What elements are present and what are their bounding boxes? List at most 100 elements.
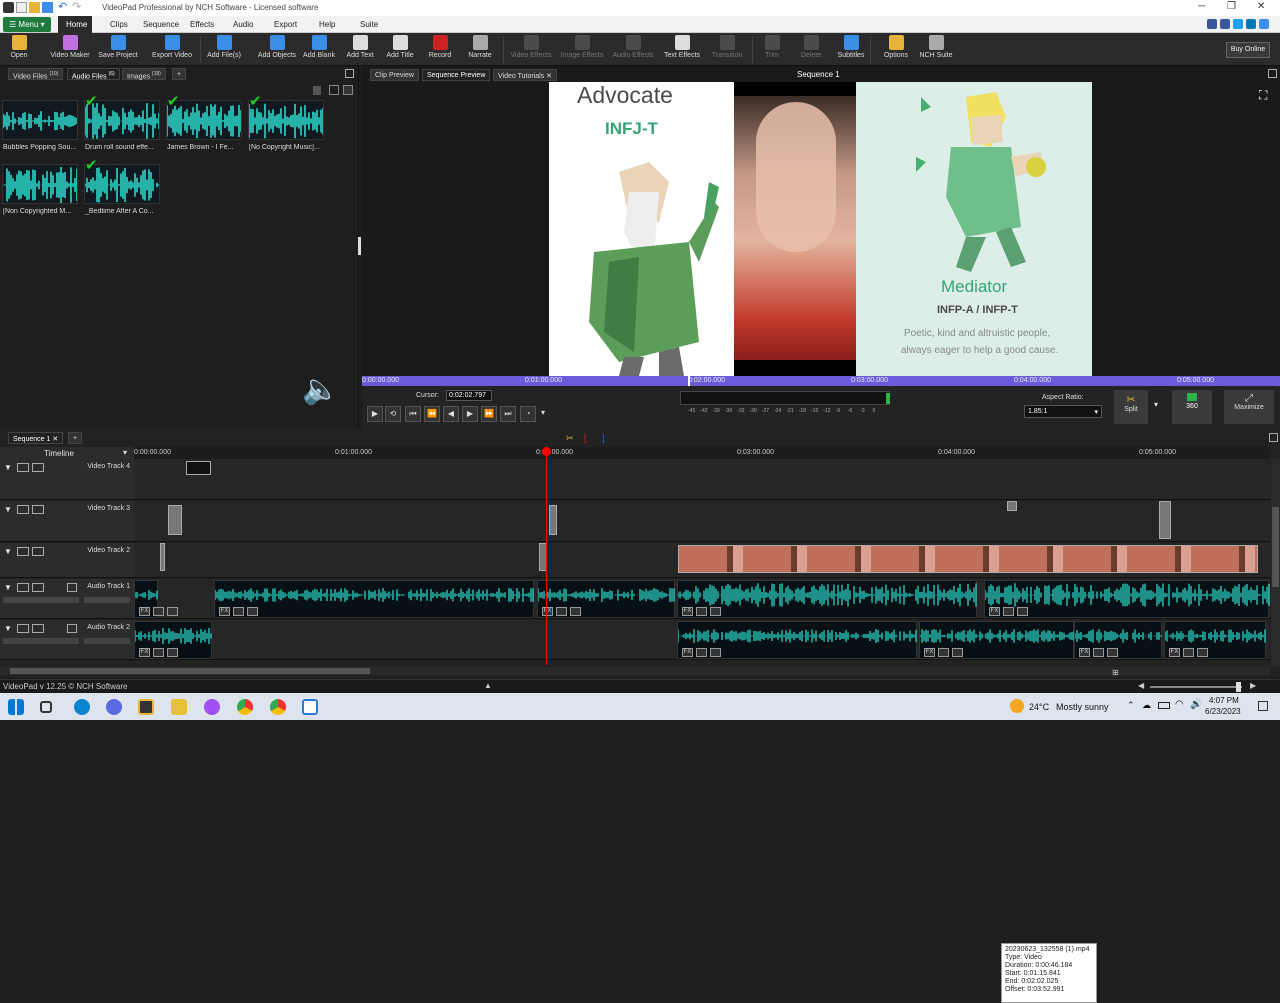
tab-effects[interactable]: Effects	[190, 20, 214, 29]
delete-button[interactable]: Delete	[797, 35, 825, 65]
speed-button[interactable]: ◔	[520, 406, 536, 422]
track-settings-icon[interactable]	[32, 624, 44, 633]
zoom-slider[interactable]	[1150, 682, 1242, 692]
fx-button[interactable]: FX	[1079, 648, 1090, 657]
zoom-fit-icon[interactable]: ⊞	[1112, 668, 1119, 677]
clip-link-icon[interactable]	[952, 648, 963, 657]
zoom-out-icon[interactable]: ◀	[1138, 681, 1144, 690]
cloud-icon[interactable]: ☁	[1142, 700, 1151, 711]
tab-suite[interactable]: Suite	[360, 20, 378, 29]
tab-clips[interactable]: Clips	[110, 20, 128, 29]
marker-in-icon[interactable]: [	[584, 433, 587, 443]
undo-icon[interactable]: ↶	[58, 0, 69, 13]
chrome-icon[interactable]	[237, 699, 253, 715]
clip-link-icon[interactable]	[710, 607, 721, 616]
clip-volume-icon[interactable]	[938, 648, 949, 657]
audio-clip[interactable]: FX	[984, 580, 1270, 618]
file-explorer-icon[interactable]	[171, 699, 187, 715]
maximize-button[interactable]: ❐	[1227, 1, 1236, 12]
menu-button[interactable]: ☰ Menu ▾	[3, 17, 51, 32]
audio-clip[interactable]: FX	[677, 621, 917, 659]
tab-help[interactable]: Help	[319, 20, 335, 29]
close-button[interactable]: ✕	[1257, 1, 1265, 12]
video-clip[interactable]	[678, 545, 1258, 573]
export-video-button[interactable]: Export Video	[150, 35, 194, 65]
clip-link-icon[interactable]	[570, 607, 581, 616]
audio-clip[interactable]: FX	[919, 621, 1075, 659]
clip-volume-icon[interactable]	[153, 648, 164, 657]
expand-up-icon[interactable]: ▲	[484, 681, 492, 690]
transition-button[interactable]: Transition	[708, 35, 746, 65]
clip-volume-icon[interactable]	[233, 607, 244, 616]
video-effects-button[interactable]: Video Effects	[508, 35, 554, 65]
clip-link-icon[interactable]	[710, 648, 721, 657]
windows-start-icon[interactable]	[8, 699, 24, 715]
buy-online-button[interactable]: Buy Online	[1226, 42, 1270, 58]
collapse-track-icon[interactable]: ▼	[4, 624, 12, 633]
task-view-icon[interactable]	[40, 701, 52, 713]
media-file-thumbnail[interactable]	[2, 100, 78, 140]
visibility-icon[interactable]	[17, 463, 29, 472]
messenger-icon[interactable]	[204, 699, 220, 715]
close-icon[interactable]: ✕	[52, 436, 58, 443]
clip-link-icon[interactable]	[1197, 648, 1208, 657]
clip-volume-icon[interactable]	[1183, 648, 1194, 657]
add-objects-button[interactable]: Add Objects	[254, 35, 300, 65]
audio-clip[interactable]: FX	[677, 580, 977, 618]
tab-sequence-1[interactable]: Sequence 1 ✕	[8, 432, 64, 444]
open-button[interactable]: Open	[4, 35, 34, 65]
add-text-button[interactable]: Add Text	[342, 35, 378, 65]
scrollbar-thumb[interactable]	[1272, 507, 1279, 587]
step-back-button[interactable]: ◀	[443, 406, 459, 422]
tab-sequence[interactable]: Sequence	[143, 20, 179, 29]
fx-button[interactable]: FX	[682, 607, 693, 616]
redo-icon[interactable]: ↷	[72, 0, 83, 13]
mute-icon[interactable]	[17, 583, 29, 592]
video-clip[interactable]	[1007, 501, 1017, 511]
record-button[interactable]: Record	[425, 35, 455, 65]
help-icon[interactable]	[1259, 19, 1269, 29]
collapse-track-icon[interactable]: ▼	[4, 463, 12, 472]
360-button[interactable]: 360	[1172, 390, 1212, 424]
battery-icon[interactable]	[1158, 702, 1170, 709]
go-to-end-button[interactable]: ⏭	[500, 406, 516, 422]
image-effects-button[interactable]: Image Effects	[559, 35, 605, 65]
video-track-lane[interactable]	[134, 543, 1270, 578]
cut-icon[interactable]: ✂	[566, 433, 574, 444]
tab-clip-preview[interactable]: Clip Preview	[370, 69, 419, 81]
facebook-icon[interactable]	[1220, 19, 1230, 29]
track-settings-icon[interactable]	[32, 505, 44, 514]
tab-home[interactable]: Home	[58, 16, 92, 33]
track-pan-slider[interactable]	[84, 597, 130, 603]
chevron-down-icon[interactable]: ▾	[123, 448, 127, 457]
options-button[interactable]: Options	[880, 35, 912, 65]
twitter-icon[interactable]	[1233, 19, 1243, 29]
clock-time[interactable]: 4:07 PM	[1209, 696, 1239, 705]
audio-effects-button[interactable]: Audio Effects	[610, 35, 656, 65]
add-tab-button[interactable]: +	[172, 68, 187, 80]
go-to-start-button[interactable]: ⏮	[405, 406, 421, 422]
clip-volume-icon[interactable]	[696, 607, 707, 616]
video-clip[interactable]	[168, 505, 182, 535]
fullscreen-icon[interactable]: ⛶	[1259, 88, 1267, 103]
fx-button[interactable]: FX	[989, 607, 1000, 616]
edge-icon[interactable]	[74, 699, 90, 715]
split-dropdown[interactable]: ▾	[1154, 400, 1158, 409]
playhead-handle[interactable]	[542, 447, 551, 456]
new-project-icon[interactable]	[16, 2, 27, 13]
maximize-preview-button[interactable]: ⤢ Maximize	[1224, 390, 1274, 424]
collapse-track-icon[interactable]: ▼	[4, 583, 12, 592]
audio-clip[interactable]: FX	[1074, 621, 1162, 659]
clip-link-icon[interactable]	[1017, 607, 1028, 616]
visibility-icon[interactable]	[17, 505, 29, 514]
text-effects-button[interactable]: Text Effects	[660, 35, 704, 65]
clip-link-icon[interactable]	[247, 607, 258, 616]
track-pan-slider[interactable]	[84, 638, 130, 644]
cursor-time[interactable]: 0:02:02.797	[446, 390, 492, 401]
track-settings-icon[interactable]	[32, 463, 44, 472]
add-file-s-button[interactable]: Add File(s)	[205, 35, 243, 65]
chrome-profile-icon[interactable]	[270, 699, 286, 715]
save-project-button[interactable]: Save Project	[94, 35, 142, 65]
fx-button[interactable]: FX	[542, 607, 553, 616]
zoom-slider-thumb[interactable]	[1236, 682, 1241, 692]
